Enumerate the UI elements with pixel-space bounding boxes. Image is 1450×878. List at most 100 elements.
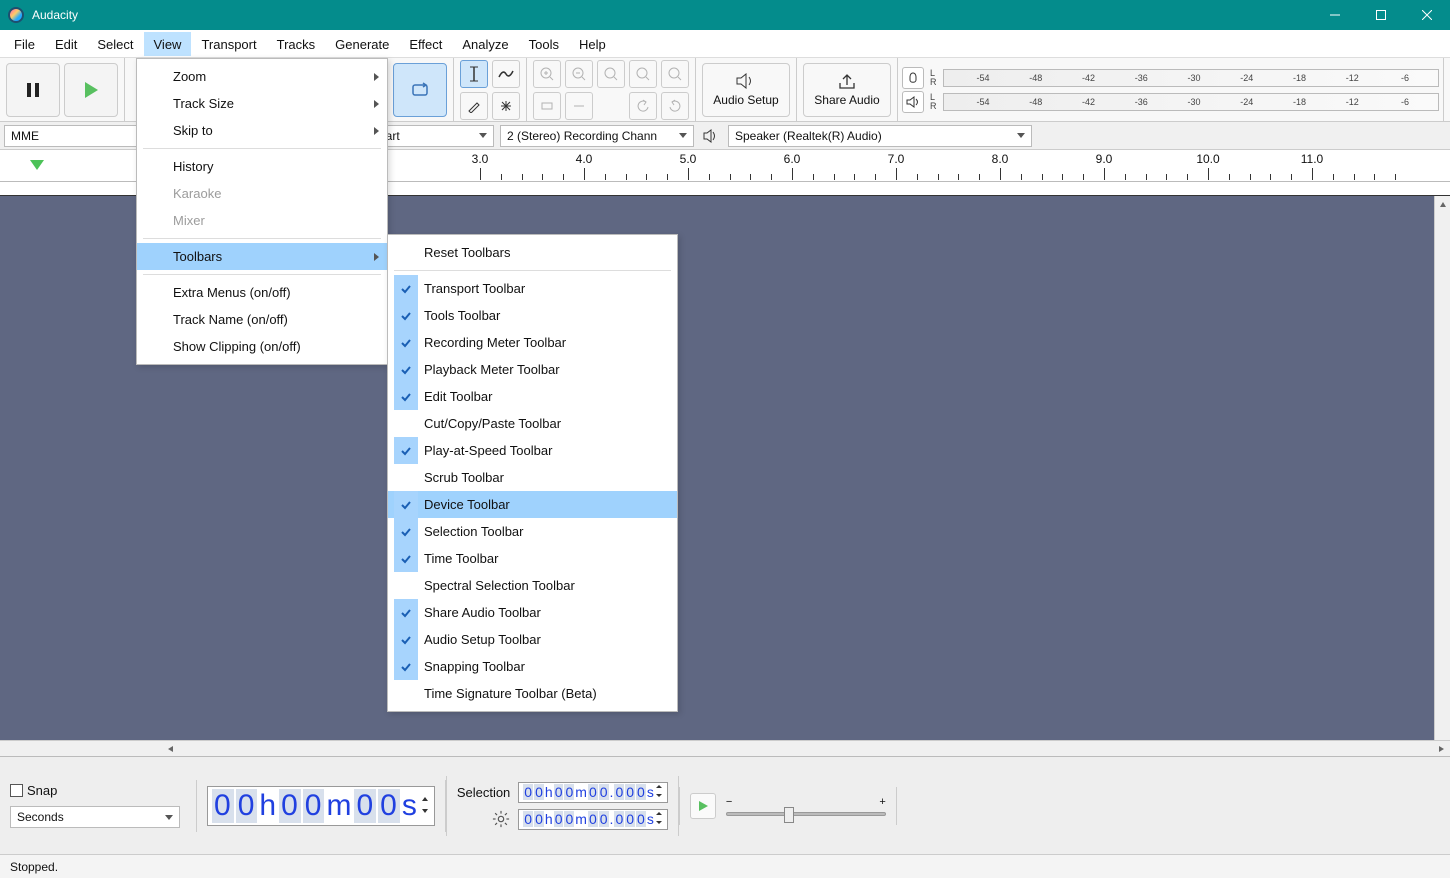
share-icon bbox=[837, 73, 857, 89]
toolbars-menu-item[interactable]: Recording Meter Toolbar bbox=[388, 329, 677, 356]
horizontal-scrollbar[interactable] bbox=[0, 740, 1450, 756]
menu-effect[interactable]: Effect bbox=[399, 32, 452, 56]
toolbars-menu-item[interactable]: Cut/Copy/Paste Toolbar bbox=[388, 410, 677, 437]
time-display[interactable]: 00h00m00s bbox=[207, 786, 435, 826]
share-audio-button[interactable]: Share Audio bbox=[803, 63, 891, 117]
playback-meter-icon[interactable] bbox=[902, 91, 924, 113]
selection-tool-button[interactable] bbox=[460, 60, 488, 88]
toolbars-menu-item[interactable]: Reset Toolbars bbox=[388, 239, 677, 266]
transport-toolbar bbox=[0, 58, 125, 121]
zoom-out-button[interactable] bbox=[565, 60, 593, 88]
snap-checkbox[interactable] bbox=[10, 784, 23, 797]
view-menu-item[interactable]: Extra Menus (on/off) bbox=[137, 279, 387, 306]
draw-tool-button[interactable] bbox=[460, 92, 488, 120]
view-menu-item[interactable]: Toolbars bbox=[137, 243, 387, 270]
view-menu-item[interactable]: Zoom bbox=[137, 63, 387, 90]
toolbars-menu-item[interactable]: Audio Setup Toolbar bbox=[388, 626, 677, 653]
scroll-right-icon[interactable] bbox=[1434, 742, 1448, 756]
window-maximize-button[interactable] bbox=[1358, 0, 1404, 30]
toolbars-menu-item[interactable]: Time Signature Toolbar (Beta) bbox=[388, 680, 677, 707]
play-at-speed-toolbar: −+ bbox=[679, 787, 897, 825]
multi-tool-button[interactable] bbox=[492, 92, 520, 120]
toolbars-menu-item[interactable]: Spectral Selection Toolbar bbox=[388, 572, 677, 599]
view-menu-item[interactable]: Skip to bbox=[137, 117, 387, 144]
toolbars-menu-item[interactable]: Edit Toolbar bbox=[388, 383, 677, 410]
menubar: FileEditSelectViewTransportTracksGenerat… bbox=[0, 30, 1450, 58]
audio-setup-button[interactable]: Audio Setup bbox=[702, 63, 790, 117]
pause-button[interactable] bbox=[6, 63, 60, 117]
menu-tracks[interactable]: Tracks bbox=[267, 32, 326, 56]
vertical-scrollbar[interactable] bbox=[1434, 196, 1450, 740]
envelope-tool-button[interactable] bbox=[492, 60, 520, 88]
view-menu-item[interactable]: Show Clipping (on/off) bbox=[137, 333, 387, 360]
menu-view[interactable]: View bbox=[144, 32, 192, 56]
view-menu-item: Mixer bbox=[137, 207, 387, 234]
selection-label: Selection bbox=[457, 785, 510, 800]
recording-device-dropdown[interactable]: nart bbox=[372, 125, 494, 147]
scroll-up-icon[interactable] bbox=[1436, 198, 1450, 212]
zoom-in-button[interactable] bbox=[533, 60, 561, 88]
recording-channels-dropdown[interactable]: 2 (Stereo) Recording Chann bbox=[500, 125, 694, 147]
toolbars-menu-item[interactable]: Play-at-Speed Toolbar bbox=[388, 437, 677, 464]
speaker-icon bbox=[735, 73, 757, 89]
meters-toolbar: LR -54-48-42-36-30-24-18-12-60 LR -54-48… bbox=[898, 58, 1444, 121]
scroll-left-icon[interactable] bbox=[164, 742, 178, 756]
toolbars-menu-item[interactable]: Playback Meter Toolbar bbox=[388, 356, 677, 383]
toolbars-menu-item[interactable]: Snapping Toolbar bbox=[388, 653, 677, 680]
playhead-icon[interactable] bbox=[30, 160, 44, 170]
recording-meter[interactable]: -54-48-42-36-30-24-18-12-60 bbox=[943, 69, 1440, 87]
window-minimize-button[interactable] bbox=[1312, 0, 1358, 30]
selection-start-display[interactable]: 00h00m00.000s bbox=[518, 782, 668, 803]
selection-toolbar: Selection 00h00m00.000s 00h00m00.000s bbox=[446, 776, 679, 836]
toolbars-menu-item[interactable]: Transport Toolbar bbox=[388, 275, 677, 302]
share-audio-toolbar: Share Audio bbox=[797, 58, 898, 121]
redo-button[interactable] bbox=[661, 92, 689, 120]
playback-device-icon bbox=[700, 125, 722, 147]
bottom-toolbar: Snap Seconds 00h00m00s Selection 00h00m0… bbox=[0, 756, 1450, 854]
record-meter-icon[interactable] bbox=[902, 67, 924, 89]
menu-tools[interactable]: Tools bbox=[519, 32, 569, 56]
selection-end-display[interactable]: 00h00m00.000s bbox=[518, 809, 668, 830]
menu-analyze[interactable]: Analyze bbox=[452, 32, 518, 56]
snap-unit-dropdown[interactable]: Seconds bbox=[10, 806, 180, 828]
snapping-toolbar: Snap Seconds bbox=[0, 775, 196, 836]
view-menu-item[interactable]: Track Size bbox=[137, 90, 387, 117]
view-menu-item: Karaoke bbox=[137, 180, 387, 207]
toolbars-menu-item[interactable]: Time Toolbar bbox=[388, 545, 677, 572]
zoom-toggle-button[interactable] bbox=[661, 60, 689, 88]
menu-file[interactable]: File bbox=[4, 32, 45, 56]
toolbars-menu-item[interactable]: Device Toolbar bbox=[388, 491, 677, 518]
menu-transport[interactable]: Transport bbox=[191, 32, 266, 56]
menu-edit[interactable]: Edit bbox=[45, 32, 87, 56]
menu-generate[interactable]: Generate bbox=[325, 32, 399, 56]
share-audio-label: Share Audio bbox=[814, 93, 879, 107]
playback-meter[interactable]: -54-48-42-36-30-24-18-12-60 bbox=[943, 93, 1440, 111]
playback-speed-slider[interactable]: −+ bbox=[726, 796, 886, 816]
titlebar: Audacity bbox=[0, 0, 1450, 30]
playback-device-dropdown[interactable]: Speaker (Realtek(R) Audio) bbox=[728, 125, 1032, 147]
audio-setup-toolbar: Audio Setup bbox=[696, 58, 797, 121]
view-menu-item[interactable]: History bbox=[137, 153, 387, 180]
toolbars-menu-item[interactable]: Selection Toolbar bbox=[388, 518, 677, 545]
snap-label: Snap bbox=[27, 783, 57, 798]
trim-button[interactable] bbox=[533, 92, 561, 120]
silence-button[interactable] bbox=[565, 92, 593, 120]
toolbars-menu-item[interactable]: Share Audio Toolbar bbox=[388, 599, 677, 626]
view-menu-item[interactable]: Track Name (on/off) bbox=[137, 306, 387, 333]
toolbars-menu-item[interactable]: Scrub Toolbar bbox=[388, 464, 677, 491]
play-button[interactable] bbox=[64, 63, 118, 117]
menu-help[interactable]: Help bbox=[569, 32, 616, 56]
app-logo-icon bbox=[8, 7, 24, 23]
menu-select[interactable]: Select bbox=[87, 32, 143, 56]
play-at-speed-button[interactable] bbox=[690, 793, 716, 819]
view-menu-dropdown: ZoomTrack SizeSkip to HistoryKaraokeMixer… bbox=[136, 58, 388, 365]
window-close-button[interactable] bbox=[1404, 0, 1450, 30]
gear-icon[interactable] bbox=[492, 810, 510, 828]
fit-project-button[interactable] bbox=[629, 60, 657, 88]
audio-setup-label: Audio Setup bbox=[713, 93, 778, 107]
edit-toolbar bbox=[527, 58, 696, 121]
fit-selection-button[interactable] bbox=[597, 60, 625, 88]
loop-button[interactable] bbox=[393, 63, 447, 117]
toolbars-menu-item[interactable]: Tools Toolbar bbox=[388, 302, 677, 329]
undo-button[interactable] bbox=[629, 92, 657, 120]
